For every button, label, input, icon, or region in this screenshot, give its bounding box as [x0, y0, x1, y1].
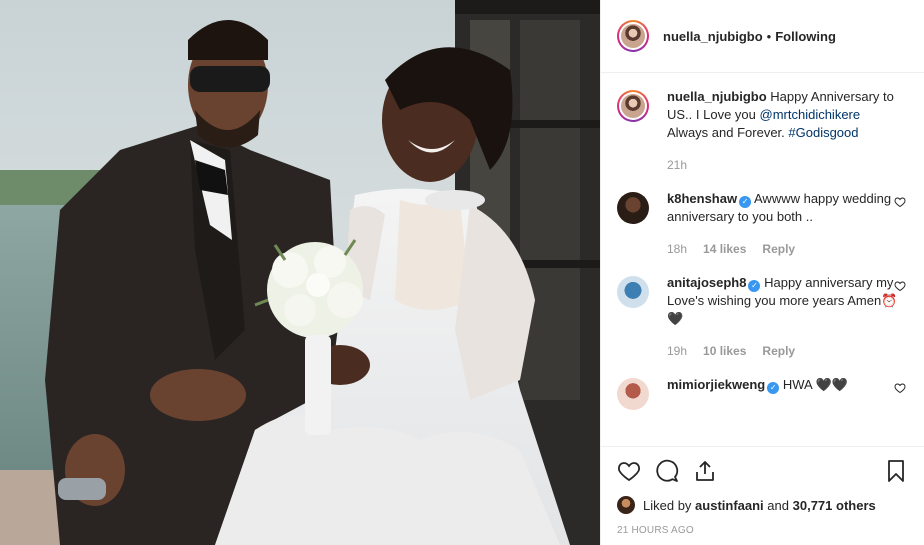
caption-username[interactable]: nuella_njubigbo [667, 89, 767, 104]
like-comment-heart-icon[interactable] [894, 280, 906, 292]
caption: nuella_njubigbo Happy Anniversary to US.… [617, 88, 908, 174]
share-icon[interactable] [693, 459, 717, 483]
caption-body: nuella_njubigbo Happy Anniversary to US.… [667, 88, 899, 174]
author-avatar[interactable] [617, 20, 649, 52]
comment: mimiorjiekweng ✓ HWA 🖤🖤 [617, 376, 908, 410]
comment-username[interactable]: k8henshaw [667, 191, 737, 206]
caption-meta: 21h [667, 156, 899, 174]
commenter-avatar[interactable] [617, 192, 649, 224]
post-actions: Liked by austinfaani and 30,771 others 2… [601, 446, 924, 536]
comment-meta: 19h 10 likes Reply [667, 342, 899, 360]
commenter-avatar[interactable] [617, 378, 649, 410]
action-icons [617, 447, 908, 495]
reply-button[interactable]: Reply [762, 240, 795, 258]
comment-icon[interactable] [655, 459, 679, 483]
post-header: nuella_njubigbo • Following [601, 0, 924, 73]
post-timestamp[interactable]: 21 HOURS AGO [617, 525, 908, 536]
comment-username[interactable]: mimiorjiekweng [667, 377, 765, 392]
comments-list[interactable]: nuella_njubigbo Happy Anniversary to US.… [601, 74, 924, 446]
comment: anitajoseph8 ✓ Happy anniversary my Love'… [617, 274, 908, 360]
verified-badge-icon: ✓ [739, 196, 752, 208]
liked-by-others[interactable]: 30,771 others [793, 498, 876, 513]
comment-body: anitajoseph8 ✓ Happy anniversary my Love'… [667, 274, 899, 360]
reply-button[interactable]: Reply [762, 342, 795, 360]
comment-body: k8henshaw ✓ Awwww happy wedding anniversa… [667, 190, 899, 258]
verified-badge-icon: ✓ [767, 382, 780, 394]
commenter-avatar[interactable] [617, 276, 649, 308]
caption-text-2: Always and Forever. [667, 125, 789, 140]
comment: k8henshaw ✓ Awwww happy wedding anniversa… [617, 190, 908, 258]
instagram-post: nuella_njubigbo • Following nuella_njubi… [0, 0, 924, 545]
wedding-photo [0, 0, 600, 545]
liked-by-row: Liked by austinfaani and 30,771 others [617, 495, 908, 515]
post-photo[interactable] [0, 0, 600, 545]
comment-body: mimiorjiekweng ✓ HWA 🖤🖤 [667, 376, 899, 410]
verified-badge-icon: ✓ [748, 280, 761, 292]
liked-by-and: and [767, 497, 789, 513]
caption-time[interactable]: 21h [667, 156, 687, 174]
author-username[interactable]: nuella_njubigbo [663, 29, 763, 44]
caption-hashtag[interactable]: #Godisgood [788, 125, 858, 140]
post-side-panel: nuella_njubigbo • Following nuella_njubi… [600, 0, 924, 545]
bookmark-icon[interactable] [884, 459, 908, 483]
like-comment-heart-icon[interactable] [894, 382, 906, 394]
header-separator: • [766, 28, 772, 44]
comment-username[interactable]: anitajoseph8 [667, 275, 746, 290]
following-button[interactable]: Following [775, 29, 836, 44]
comment-text: HWA 🖤🖤 [782, 377, 848, 392]
liked-by-user[interactable]: austinfaani [695, 498, 764, 513]
like-comment-heart-icon[interactable] [894, 196, 906, 208]
like-heart-icon[interactable] [617, 459, 641, 483]
comment-likes[interactable]: 10 likes [703, 342, 746, 360]
comment-time[interactable]: 18h [667, 240, 687, 258]
comment-likes[interactable]: 14 likes [703, 240, 746, 258]
liked-by-prefix: Liked by [643, 497, 692, 513]
liked-by-avatar[interactable] [617, 496, 635, 514]
caption-mention[interactable]: @mrtchidichikere [760, 107, 861, 122]
caption-avatar[interactable] [617, 90, 649, 122]
comment-time[interactable]: 19h [667, 342, 687, 360]
comment-meta: 18h 14 likes Reply [667, 240, 899, 258]
